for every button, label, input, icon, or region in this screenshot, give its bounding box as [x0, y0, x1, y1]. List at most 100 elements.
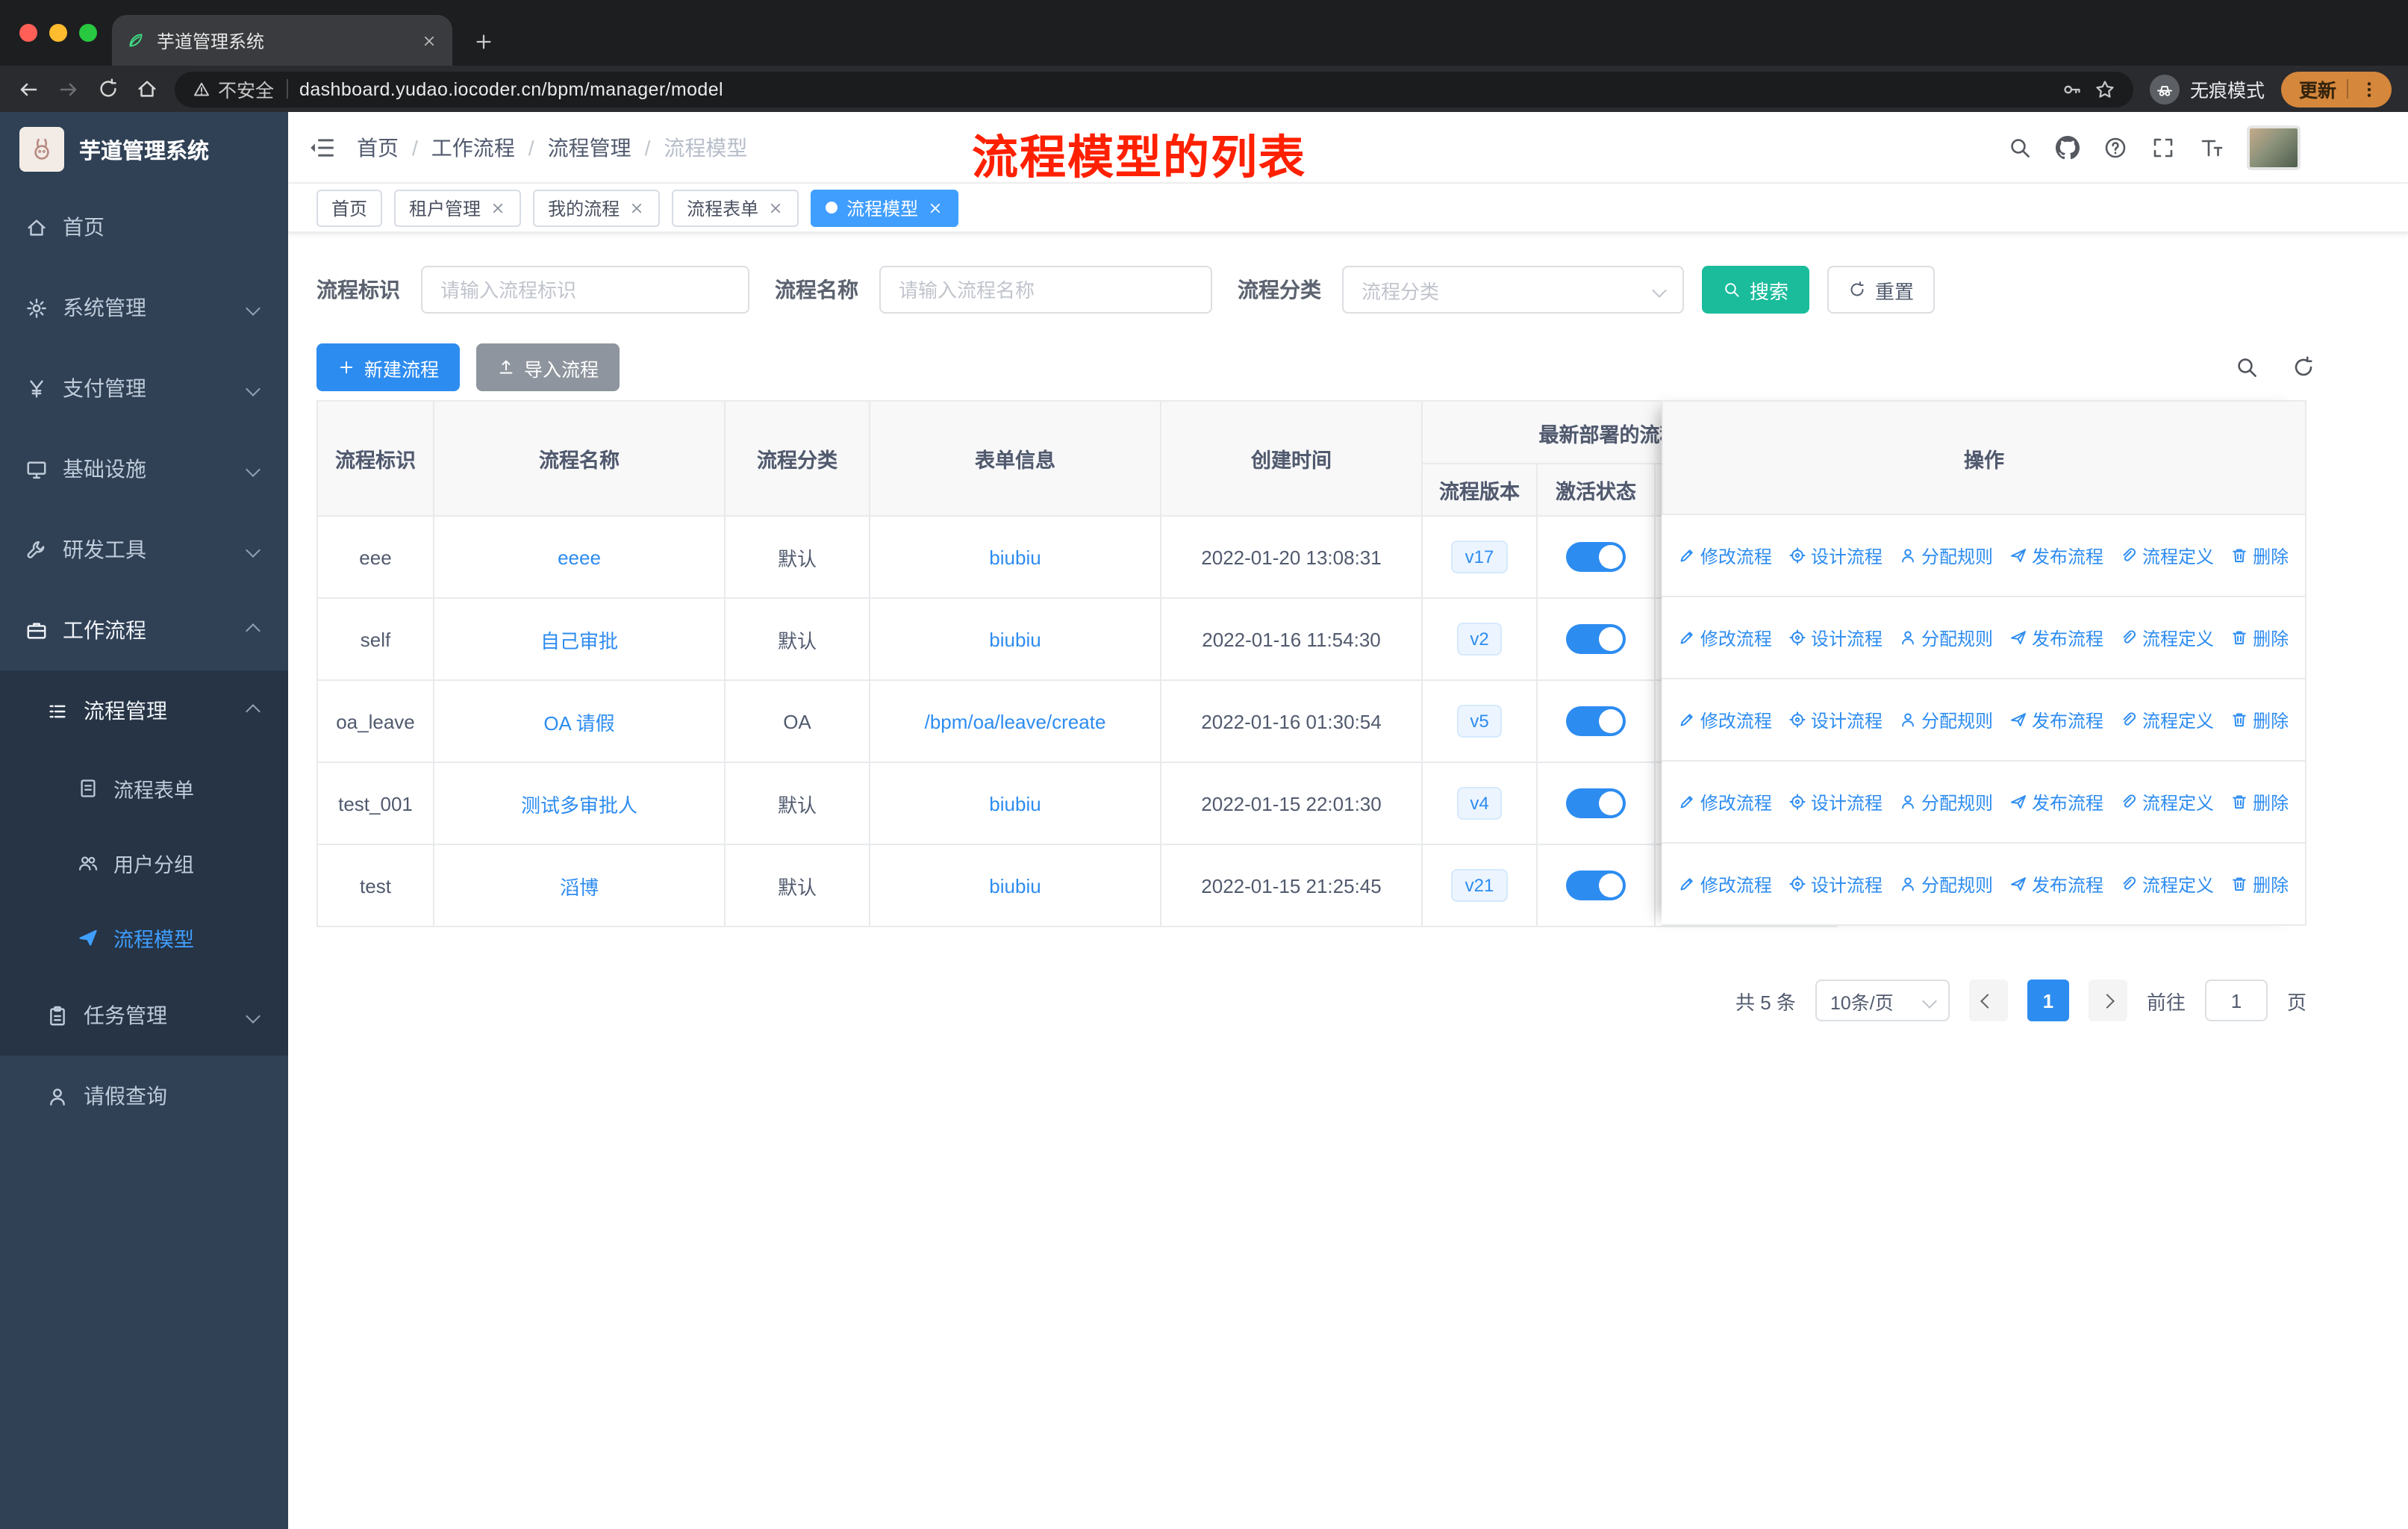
address-bar[interactable]: 不安全 dashboard.yudao.iocoder.cn/bpm/manag…: [175, 71, 2133, 107]
reset-button[interactable]: 重置: [1827, 266, 1936, 314]
sidebar-item-payment-management[interactable]: 支付管理: [0, 348, 288, 429]
delete-process-link[interactable]: 删除: [2230, 789, 2289, 815]
sidebar-item-process-management[interactable]: 流程管理: [0, 670, 288, 751]
process-definition-link[interactable]: 流程定义: [2120, 543, 2214, 568]
url-text[interactable]: dashboard.yudao.iocoder.cn/bpm/manager/m…: [299, 78, 2050, 99]
help-icon[interactable]: [2103, 135, 2127, 159]
delete-process-link[interactable]: 删除: [2230, 625, 2289, 650]
tag-process-model[interactable]: 流程模型: [811, 189, 959, 226]
assign-rule-link[interactable]: 分配规则: [1899, 543, 1993, 568]
edit-process-link[interactable]: 修改流程: [1678, 625, 1772, 650]
process-name-link[interactable]: 测试多审批人: [521, 794, 637, 816]
process-name-input[interactable]: [879, 266, 1212, 314]
goto-page-input[interactable]: [2204, 980, 2268, 1021]
process-definition-link[interactable]: 流程定义: [2120, 789, 2214, 815]
prev-page-button[interactable]: [1968, 980, 2008, 1021]
sidebar-collapse-icon[interactable]: [309, 134, 336, 161]
edit-process-link[interactable]: 修改流程: [1678, 707, 1772, 732]
process-name-link[interactable]: eeee: [558, 546, 601, 568]
sidebar-item-infrastructure[interactable]: 基础设施: [0, 429, 288, 509]
tag-process-form[interactable]: 流程表单: [672, 189, 799, 226]
design-process-link[interactable]: 设计流程: [1788, 625, 1883, 650]
assign-rule-link[interactable]: 分配规则: [1899, 789, 1993, 815]
delete-process-link[interactable]: 删除: [2230, 543, 2289, 568]
active-status-toggle[interactable]: [1566, 871, 1626, 900]
design-process-link[interactable]: 设计流程: [1788, 871, 1883, 897]
tag-my-process[interactable]: 我的流程: [533, 189, 661, 226]
sidebar-item-leave-query[interactable]: 请假查询: [0, 1056, 288, 1136]
forward-button[interactable]: [57, 77, 81, 101]
active-status-toggle[interactable]: [1566, 788, 1626, 818]
close-icon[interactable]: [490, 199, 506, 216]
window-minimize-button[interactable]: [49, 24, 67, 42]
back-button[interactable]: [16, 77, 40, 101]
breadcrumb-process-management[interactable]: 流程管理: [548, 132, 631, 162]
process-id-input[interactable]: [421, 266, 749, 314]
publish-process-link[interactable]: 发布流程: [2009, 625, 2103, 650]
breadcrumb-home[interactable]: 首页: [357, 132, 399, 162]
sidebar-item-task-management[interactable]: 任务管理: [0, 975, 288, 1056]
process-name-link[interactable]: 自己审批: [540, 629, 618, 652]
search-icon[interactable]: [2235, 355, 2259, 379]
kebab-menu-icon[interactable]: [2359, 78, 2380, 99]
process-category-select[interactable]: 流程分类: [1342, 266, 1684, 314]
close-icon[interactable]: [927, 199, 943, 216]
create-process-button[interactable]: 新建流程: [316, 343, 461, 391]
home-button[interactable]: [136, 78, 158, 100]
sidebar-item-dev-tools[interactable]: 研发工具: [0, 509, 288, 590]
assign-rule-link[interactable]: 分配规则: [1899, 871, 1993, 897]
active-status-toggle[interactable]: [1566, 542, 1626, 572]
sidebar-item-process-form[interactable]: 流程表单: [0, 751, 288, 826]
sidebar-item-home[interactable]: 首页: [0, 187, 288, 267]
design-process-link[interactable]: 设计流程: [1788, 707, 1883, 732]
publish-process-link[interactable]: 发布流程: [2009, 871, 2103, 897]
search-icon[interactable]: [2008, 135, 2032, 159]
delete-process-link[interactable]: 删除: [2230, 707, 2289, 732]
process-definition-link[interactable]: 流程定义: [2120, 871, 2214, 897]
tag-tenant-management[interactable]: 租户管理: [394, 189, 522, 226]
form-info-link[interactable]: biubiu: [989, 546, 1041, 568]
password-key-icon[interactable]: [2062, 78, 2083, 99]
process-name-link[interactable]: OA 请假: [543, 711, 614, 734]
design-process-link[interactable]: 设计流程: [1788, 543, 1883, 568]
active-status-toggle[interactable]: [1566, 624, 1626, 654]
font-size-icon[interactable]: [2199, 135, 2223, 159]
window-close-button[interactable]: [19, 24, 37, 42]
bookmark-star-icon[interactable]: [2094, 78, 2115, 99]
tag-home[interactable]: 首页: [316, 189, 383, 226]
security-indicator[interactable]: 不安全: [193, 75, 274, 103]
assign-rule-link[interactable]: 分配规则: [1899, 707, 1993, 732]
form-info-link[interactable]: biubiu: [989, 874, 1041, 897]
process-definition-link[interactable]: 流程定义: [2120, 707, 2214, 732]
form-info-link[interactable]: biubiu: [989, 792, 1041, 815]
edit-process-link[interactable]: 修改流程: [1678, 543, 1772, 568]
new-tab-button[interactable]: [473, 31, 494, 52]
import-process-button[interactable]: 导入流程: [476, 343, 620, 391]
browser-update-button[interactable]: 更新: [2280, 71, 2392, 107]
github-icon[interactable]: [2056, 135, 2080, 159]
close-icon[interactable]: [628, 199, 645, 216]
publish-process-link[interactable]: 发布流程: [2009, 789, 2103, 815]
design-process-link[interactable]: 设计流程: [1788, 789, 1883, 815]
publish-process-link[interactable]: 发布流程: [2009, 543, 2103, 568]
form-info-link[interactable]: /bpm/oa/leave/create: [925, 710, 1106, 732]
fullscreen-icon[interactable]: [2151, 135, 2175, 159]
tab-close-icon[interactable]: [421, 32, 437, 49]
page-size-select[interactable]: 10条/页: [1815, 980, 1950, 1021]
current-page-button[interactable]: 1: [2027, 980, 2069, 1021]
delete-process-link[interactable]: 删除: [2230, 871, 2289, 897]
close-icon[interactable]: [767, 199, 784, 216]
breadcrumb-workflow[interactable]: 工作流程: [431, 132, 515, 162]
process-definition-link[interactable]: 流程定义: [2120, 625, 2214, 650]
assign-rule-link[interactable]: 分配规则: [1899, 625, 1993, 650]
search-button[interactable]: 搜索: [1702, 266, 1810, 314]
sidebar-item-user-group[interactable]: 用户分组: [0, 826, 288, 900]
form-info-link[interactable]: biubiu: [989, 628, 1041, 650]
sidebar-item-process-model[interactable]: 流程模型: [0, 900, 288, 975]
sidebar-item-workflow[interactable]: 工作流程: [0, 590, 288, 670]
publish-process-link[interactable]: 发布流程: [2009, 707, 2103, 732]
edit-process-link[interactable]: 修改流程: [1678, 871, 1772, 897]
user-avatar[interactable]: [2247, 125, 2301, 169]
app-logo[interactable]: 芋道管理系统: [0, 112, 288, 187]
process-name-link[interactable]: 滔博: [560, 876, 599, 898]
